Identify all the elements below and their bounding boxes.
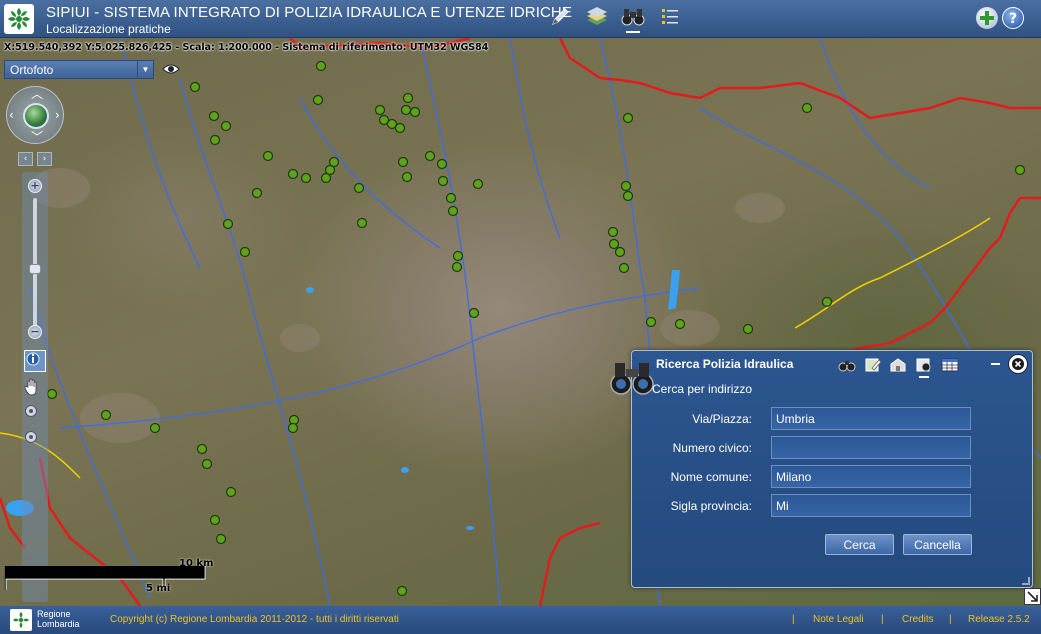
binoculars-icon[interactable] xyxy=(620,4,646,33)
app-logo xyxy=(4,4,34,34)
pan-down-icon[interactable]: ﹀ xyxy=(31,131,43,143)
hand-pan-icon[interactable] xyxy=(24,378,46,400)
list-icon[interactable] xyxy=(657,4,683,30)
scale-bar-graphic xyxy=(4,566,206,590)
scale-bar: 10 km 5 mi xyxy=(4,558,214,600)
rotate-controls: ‹ › xyxy=(18,152,52,166)
region-logo xyxy=(10,609,32,631)
map-edit-icon[interactable] xyxy=(863,355,883,375)
rotate-left-icon[interactable]: ‹ xyxy=(18,152,33,166)
measure-icon[interactable] xyxy=(24,404,46,426)
nome-comune-row: Nome comune: xyxy=(632,465,1032,489)
panel-header[interactable]: Ricerca Polizia Idraulica xyxy=(632,351,1032,378)
note-legali-link[interactable]: Note Legali xyxy=(813,614,864,625)
numero-civico-row: Numero civico: xyxy=(632,436,1032,460)
panel-title: Ricerca Polizia Idraulica xyxy=(656,357,794,371)
zoom-slider-track[interactable] xyxy=(33,198,37,328)
basemap-select-value: Ortofoto xyxy=(10,63,54,77)
numero-civico-input[interactable] xyxy=(771,436,971,459)
release-version: Release 2.5.2 xyxy=(968,614,1030,625)
search-icon[interactable] xyxy=(837,355,857,375)
region-brand: Regione Lombardia xyxy=(37,609,80,629)
credits-link[interactable]: Credits xyxy=(902,614,934,625)
zoom-out-icon[interactable]: − xyxy=(28,325,42,339)
sigla-provincia-label: Sigla provincia: xyxy=(670,499,752,513)
app-subtitle: Localizzazione pratiche xyxy=(46,22,171,36)
app-footer: Regione Lombardia Copyright (c) Regione … xyxy=(0,606,1041,634)
search-panel: Ricerca Polizia Idraulica Cerca per indi… xyxy=(610,350,1033,588)
via-piazza-row: Via/Piazza: xyxy=(632,407,1032,431)
pan-control[interactable]: ︿ ﹀ ‹ › xyxy=(6,86,64,144)
via-piazza-label: Via/Piazza: xyxy=(692,412,752,426)
search-button[interactable]: Cerca xyxy=(825,534,894,555)
footer-separator: | xyxy=(949,614,952,625)
app-header: SIPIUI - SISTEMA INTEGRATO DI POLIZIA ID… xyxy=(0,0,1041,38)
resize-handle[interactable] xyxy=(1022,577,1030,585)
address-search-icon[interactable] xyxy=(914,355,934,378)
overview-map-toggle[interactable] xyxy=(1024,588,1041,605)
minimize-icon[interactable] xyxy=(991,363,1000,365)
info-icon[interactable] xyxy=(24,350,46,372)
zoom-slider-handle[interactable] xyxy=(29,264,41,274)
brand-line-1: Regione xyxy=(37,609,71,619)
close-icon[interactable] xyxy=(1008,354,1028,374)
nome-comune-label: Nome comune: xyxy=(670,470,752,484)
nome-comune-input[interactable] xyxy=(771,465,971,488)
numero-civico-label: Numero civico: xyxy=(672,441,752,455)
target-icon[interactable] xyxy=(24,430,46,452)
help-icon[interactable]: ? xyxy=(1002,7,1024,29)
via-piazza-input[interactable] xyxy=(771,407,971,430)
chevron-down-icon[interactable]: ▼ xyxy=(137,61,153,78)
table-icon[interactable] xyxy=(940,355,960,375)
footer-separator: | xyxy=(792,614,795,625)
layers-icon[interactable] xyxy=(584,4,610,30)
basemap-select[interactable]: Ortofoto ▼ xyxy=(4,60,154,79)
coordinate-readout: X:519.540,392 Y:5.025.826,425 - Scala: 1… xyxy=(4,42,489,53)
scale-mi-label: 5 mi xyxy=(146,583,171,594)
pan-up-icon[interactable]: ︿ xyxy=(31,88,43,100)
pan-left-icon[interactable]: ‹ xyxy=(9,109,14,121)
pencil-icon[interactable] xyxy=(547,4,573,30)
search-mode-label: Cerca per indirizzo xyxy=(652,382,753,396)
building-icon[interactable] xyxy=(888,355,908,375)
pan-right-icon[interactable]: › xyxy=(55,109,60,121)
app-title: SIPIUI - SISTEMA INTEGRATO DI POLIZIA ID… xyxy=(46,4,572,21)
globe-icon[interactable] xyxy=(23,103,49,129)
sigla-provincia-row: Sigla provincia: xyxy=(632,494,1032,518)
footer-separator: | xyxy=(881,614,884,625)
cancel-button[interactable]: Cancella xyxy=(903,534,972,555)
zoom-in-icon[interactable]: + xyxy=(28,179,42,193)
brand-line-2: Lombardia xyxy=(37,619,80,629)
add-icon[interactable] xyxy=(976,7,998,29)
svg-text:?: ? xyxy=(1009,11,1017,27)
copyright-text: Copyright (c) Regione Lombardia 2011-201… xyxy=(110,614,399,625)
sigla-provincia-input[interactable] xyxy=(771,494,971,517)
rotate-right-icon[interactable]: › xyxy=(37,152,52,166)
